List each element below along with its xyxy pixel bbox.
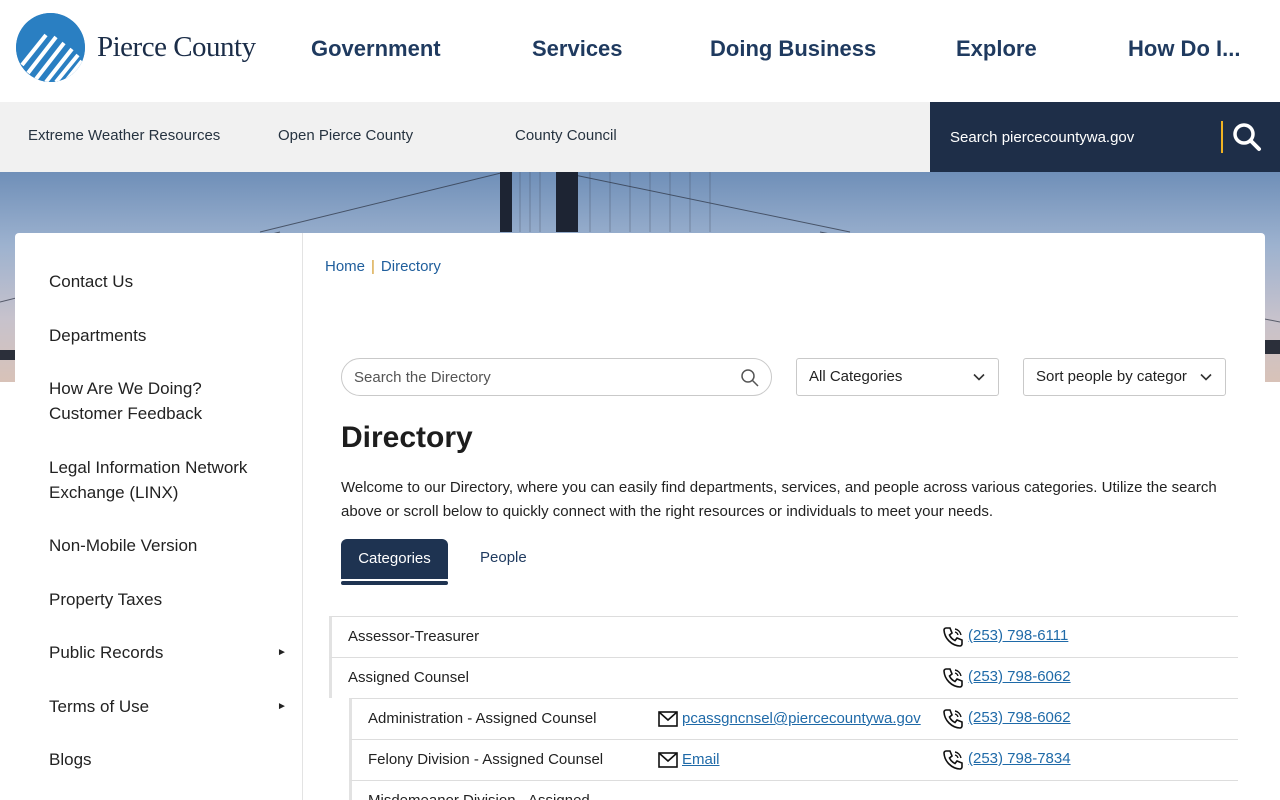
entry-name: Misdemeanor Division - Assigned: [368, 792, 590, 800]
sidebar-item-linx[interactable]: Legal Information Network Exchange (LINX…: [49, 455, 259, 505]
phone-icon: [943, 668, 963, 688]
nav-services[interactable]: Services: [532, 36, 623, 62]
search-icon: [1233, 122, 1261, 151]
entry-name: Assigned Counsel: [348, 669, 469, 686]
entry-email-text[interactable]: Email: [682, 751, 720, 768]
entry-name: Felony Division - Assigned Counsel: [368, 751, 604, 768]
nav-how-do-i[interactable]: How Do I...: [1128, 36, 1240, 62]
entry-email[interactable]: Email: [658, 751, 720, 768]
tab-active-indicator: [341, 581, 448, 585]
category-select-value: All Categories: [809, 368, 903, 385]
nav-government[interactable]: Government: [311, 36, 441, 62]
list-item: Misdemeanor Division - Assigned: [349, 780, 1238, 800]
sidebar-item-blogs[interactable]: Blogs: [49, 747, 289, 772]
list-item: Felony Division - Assigned Counsel Email…: [349, 739, 1238, 780]
chevron-down-icon: [1200, 373, 1212, 381]
sort-select-value: Sort people by categor: [1036, 368, 1187, 385]
page-title: Directory: [341, 421, 473, 454]
breadcrumb-directory[interactable]: Directory: [381, 258, 441, 275]
entry-email[interactable]: pcassgncnsel@piercecountywa.gov: [658, 710, 921, 727]
entry-phone[interactable]: (253) 798-6062: [942, 668, 1071, 688]
site-search-input[interactable]: [930, 102, 1220, 172]
mail-icon: [658, 711, 678, 727]
sidebar-item-contact-us[interactable]: Contact Us: [49, 269, 289, 294]
directory-search-input[interactable]: [342, 359, 732, 395]
submenu-arrow-icon[interactable]: ►: [277, 647, 287, 658]
entry-name: Assessor-Treasurer: [348, 628, 480, 645]
directory-search: [341, 358, 772, 396]
tab-people[interactable]: People: [480, 549, 527, 566]
phone-icon: [943, 709, 963, 729]
entry-email-text[interactable]: pcassgncnsel@piercecountywa.gov: [682, 710, 921, 727]
entry-phone[interactable]: (253) 798-7834: [942, 750, 1071, 770]
content-card: Contact Us Departments How Are We Doing?…: [15, 233, 1265, 800]
breadcrumb-home[interactable]: Home: [325, 258, 365, 275]
entry-phone[interactable]: (253) 798-6062: [942, 709, 1071, 729]
mail-icon: [658, 752, 678, 768]
entry-phone-text[interactable]: (253) 798-6062: [968, 709, 1071, 726]
sidebar-item-customer-feedback[interactable]: How Are We Doing? Customer Feedback: [49, 376, 219, 426]
main-nav: Government Services Doing Business Explo…: [0, 36, 1280, 66]
entry-phone-text[interactable]: (253) 798-6111: [968, 627, 1068, 644]
sidebar-item-public-records[interactable]: Public Records: [49, 640, 289, 665]
sidebar-nav: Contact Us Departments How Are We Doing?…: [15, 233, 303, 800]
sidebar-item-terms-of-use[interactable]: Terms of Use: [49, 694, 289, 719]
list-item: Assessor-Treasurer (253) 798-6111: [329, 616, 1238, 657]
phone-icon: [943, 750, 963, 770]
site-search: [930, 102, 1280, 172]
sort-select[interactable]: Sort people by categor: [1023, 358, 1226, 396]
submenu-arrow-icon[interactable]: ►: [277, 701, 287, 712]
search-icon[interactable]: [740, 368, 760, 388]
nav-doing-business[interactable]: Doing Business: [710, 36, 876, 62]
sidebar-item-property-taxes[interactable]: Property Taxes: [49, 587, 289, 612]
sidebar-item-non-mobile[interactable]: Non-Mobile Version: [49, 533, 289, 558]
breadcrumb-separator: |: [371, 258, 375, 275]
chevron-down-icon: [973, 373, 985, 381]
nav-explore[interactable]: Explore: [956, 36, 1037, 62]
sidebar-item-departments[interactable]: Departments: [49, 323, 289, 348]
search-divider: [1221, 121, 1223, 153]
directory-intro: Welcome to our Directory, where you can …: [341, 479, 1217, 520]
entry-phone-text[interactable]: (253) 798-7834: [968, 750, 1071, 767]
entry-name: Administration - Assigned Counsel: [368, 710, 597, 727]
category-select[interactable]: All Categories: [796, 358, 999, 396]
link-open-pierce-county[interactable]: Open Pierce County: [278, 127, 413, 144]
link-extreme-weather[interactable]: Extreme Weather Resources: [28, 127, 220, 144]
site-header: Pierce County Government Services Doing …: [0, 0, 1280, 102]
quick-links-bar: Extreme Weather Resources Open Pierce Co…: [0, 102, 930, 172]
tab-categories[interactable]: Categories: [341, 539, 448, 579]
list-item: Assigned Counsel (253) 798-6062: [329, 657, 1238, 698]
list-item: Administration - Assigned Counsel pcassg…: [349, 698, 1238, 739]
site-search-button[interactable]: [1230, 121, 1264, 155]
entry-phone[interactable]: (253) 798-6111: [942, 627, 1068, 647]
phone-icon: [943, 627, 963, 647]
directory-list: Assessor-Treasurer (253) 798-6111 Assign…: [329, 616, 1238, 800]
link-county-council[interactable]: County Council: [515, 127, 617, 144]
breadcrumb: Home | Directory: [325, 258, 441, 275]
entry-phone-text[interactable]: (253) 798-6062: [968, 668, 1071, 685]
